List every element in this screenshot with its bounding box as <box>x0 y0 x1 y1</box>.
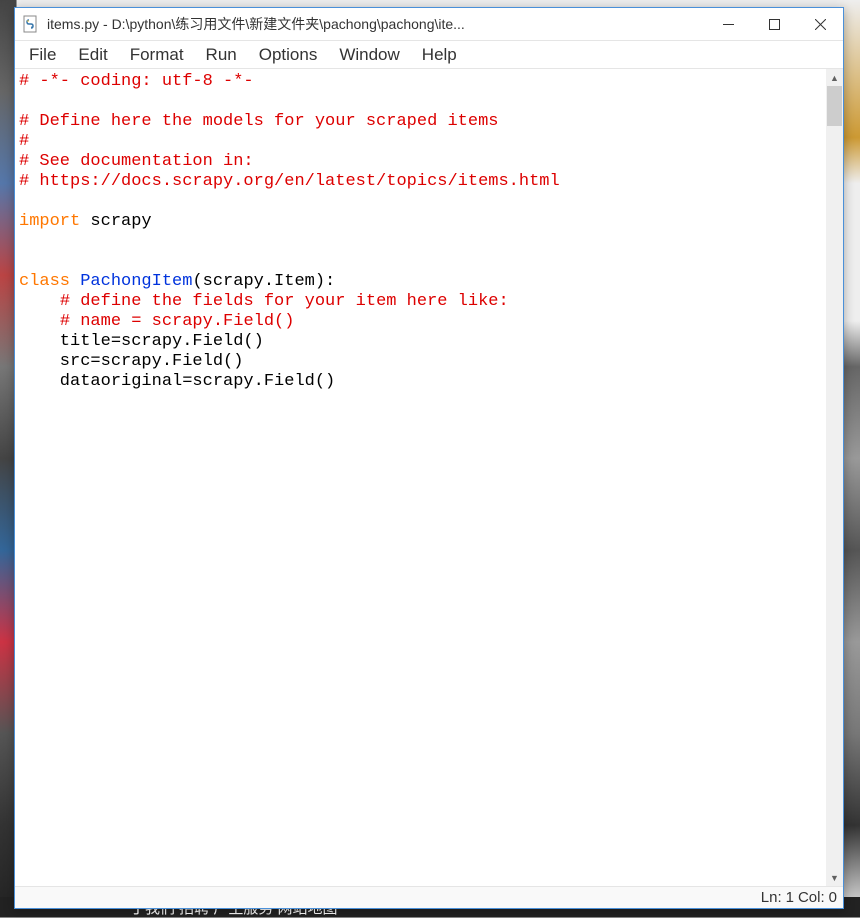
vertical-scrollbar[interactable]: ▲ ▼ <box>826 69 843 886</box>
menu-options[interactable]: Options <box>248 43 329 67</box>
code-line: # name = scrapy.Field() <box>19 312 822 332</box>
code-line: # define the fields for your item here l… <box>19 292 822 312</box>
status-col-label: Col: <box>798 889 825 906</box>
menu-window[interactable]: Window <box>328 43 410 67</box>
scroll-down-arrow-icon[interactable]: ▼ <box>826 869 843 886</box>
code-line <box>19 252 822 272</box>
code-line: # See documentation in: <box>19 152 822 172</box>
code-line: import scrapy <box>19 212 822 232</box>
statusbar: Ln: 1 Col: 0 <box>15 886 843 908</box>
code-line: dataoriginal=scrapy.Field() <box>19 372 822 392</box>
close-button[interactable] <box>797 8 843 40</box>
maximize-button[interactable] <box>751 8 797 40</box>
menubar: File Edit Format Run Options Window Help <box>15 41 843 69</box>
menu-run[interactable]: Run <box>195 43 248 67</box>
status-ln-label: Ln: <box>761 889 782 906</box>
code-line: # https://docs.scrapy.org/en/latest/topi… <box>19 172 822 192</box>
minimize-button[interactable] <box>705 8 751 40</box>
menu-help[interactable]: Help <box>411 43 468 67</box>
menu-file[interactable]: File <box>18 43 67 67</box>
python-file-icon <box>23 15 41 33</box>
code-line <box>19 232 822 252</box>
code-line <box>19 92 822 112</box>
editor-area: # -*- coding: utf-8 -*- # Define here th… <box>15 69 843 886</box>
code-editor[interactable]: # -*- coding: utf-8 -*- # Define here th… <box>15 69 826 886</box>
scroll-thumb[interactable] <box>827 86 842 126</box>
code-line <box>19 192 822 212</box>
code-line: src=scrapy.Field() <box>19 352 822 372</box>
status-col-value: 0 <box>829 889 837 906</box>
code-line: title=scrapy.Field() <box>19 332 822 352</box>
menu-edit[interactable]: Edit <box>67 43 118 67</box>
idle-window: items.py - D:\python\练习用文件\新建文件夹\pachong… <box>14 7 844 909</box>
code-line: # -*- coding: utf-8 -*- <box>19 72 822 92</box>
code-line: class PachongItem(scrapy.Item): <box>19 272 822 292</box>
status-ln-value: 1 <box>786 889 794 906</box>
window-title: items.py - D:\python\练习用文件\新建文件夹\pachong… <box>47 14 705 34</box>
code-line: # Define here the models for your scrape… <box>19 112 822 132</box>
titlebar[interactable]: items.py - D:\python\练习用文件\新建文件夹\pachong… <box>15 8 843 41</box>
code-line: # <box>19 132 822 152</box>
scroll-up-arrow-icon[interactable]: ▲ <box>826 69 843 86</box>
menu-format[interactable]: Format <box>119 43 195 67</box>
window-controls <box>705 8 843 40</box>
